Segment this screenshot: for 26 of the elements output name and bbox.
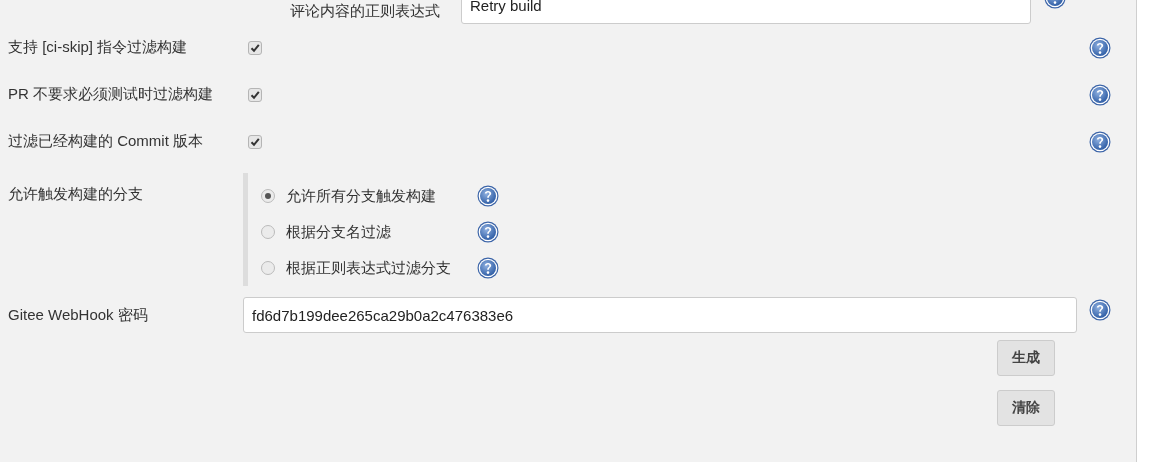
help-icon[interactable] [477,257,499,279]
field-label: Gitee WebHook 密码 [7,305,149,325]
option-label: PR 不要求必须测试时过滤构建 [7,85,214,104]
radio-button[interactable] [261,189,275,203]
checkbox[interactable] [248,40,262,55]
action-button[interactable]: 生成 [997,340,1055,376]
help-icon[interactable] [477,221,499,243]
radio-button[interactable] [261,261,275,275]
text-field[interactable]: fd6d7b199dee265ca29b0a2c476383e6 [243,297,1077,333]
checkbox[interactable] [248,87,262,102]
help-icon[interactable] [1089,83,1111,106]
option-label: 过滤已经构建的 Commit 版本 [7,132,204,151]
help-icon[interactable] [1089,299,1111,321]
radio-label: 允许所有分支触发构建 [286,186,437,206]
action-button[interactable]: 清除 [997,390,1055,426]
radio-button[interactable] [261,225,275,239]
field-label: 评论内容的正则表达式 [289,1,440,21]
option-label: 支持 [ci-skip] 指令过滤构建 [7,38,189,57]
checkbox[interactable] [248,134,262,149]
help-icon[interactable] [477,185,499,207]
radio-label: 根据正则表达式过滤分支 [286,258,452,278]
field-label: 允许触发构建的分支 [7,184,144,204]
text-field[interactable]: Retry build [461,0,1031,24]
help-icon[interactable] [1089,36,1111,59]
help-icon[interactable] [1089,130,1111,153]
radio-label: 根据分支名过滤 [286,222,392,242]
